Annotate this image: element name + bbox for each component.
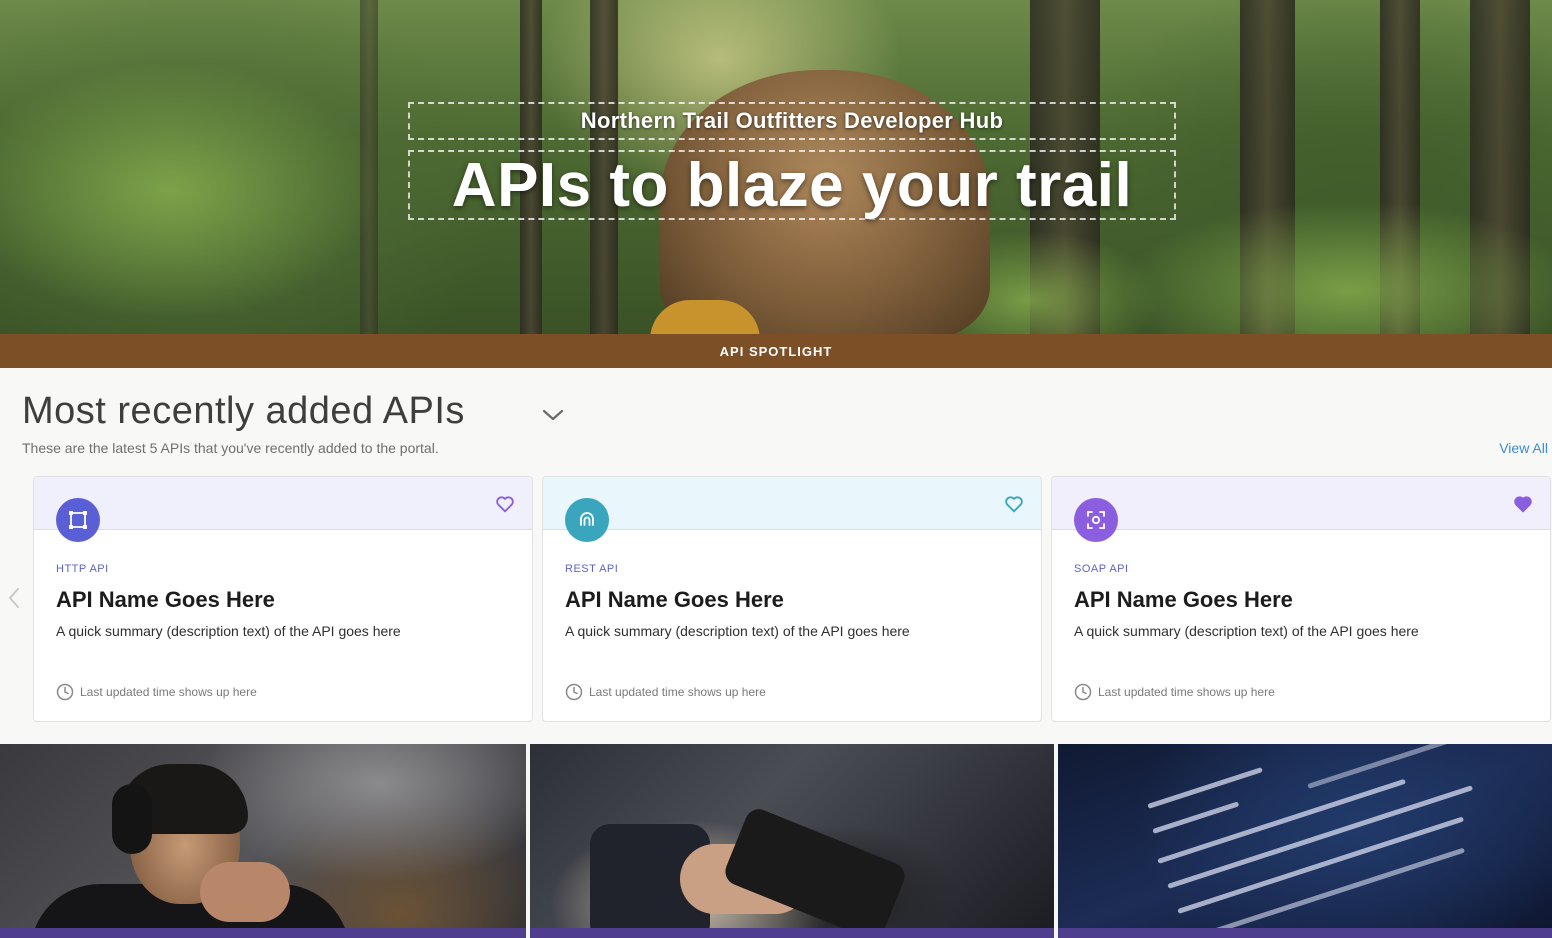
api-spotlight-label: API SPOTLIGHT: [719, 343, 833, 359]
card-api-name[interactable]: API Name Goes Here: [565, 587, 784, 613]
hero-foliage: [1120, 200, 1552, 334]
phone-graphic: [721, 805, 909, 938]
photo-person-hands: [200, 862, 290, 922]
hero-title-box: APIs to blaze your trail: [408, 150, 1176, 220]
chevron-down-icon[interactable]: [540, 406, 566, 424]
photo-accent-bar: [1058, 928, 1552, 938]
code-line-graphic: [1147, 767, 1263, 809]
hero-title: APIs to blaze your trail: [451, 150, 1133, 220]
card-updated-text: Last updated time shows up here: [589, 685, 766, 699]
code-line-graphic: [1167, 785, 1474, 889]
hero-banner: Northern Trail Outfitters Developer Hub …: [0, 0, 1552, 334]
soap-api-icon: [1074, 498, 1118, 542]
clock-icon: [1074, 683, 1092, 701]
view-all-link[interactable]: View All: [1499, 440, 1548, 456]
card-api-summary: A quick summary (description text) of th…: [56, 623, 401, 639]
heart-outline-icon[interactable]: [1003, 493, 1025, 515]
section-description: These are the latest 5 APIs that you've …: [22, 440, 439, 456]
card-updated-time: Last updated time shows up here: [56, 683, 257, 701]
api-spotlight-bar: API SPOTLIGHT: [0, 334, 1552, 368]
api-card[interactable]: REST API API Name Goes Here A quick summ…: [542, 476, 1042, 722]
card-updated-time: Last updated time shows up here: [565, 683, 766, 701]
card-api-name[interactable]: API Name Goes Here: [56, 587, 275, 613]
photo-phone-in-hand[interactable]: [530, 744, 1054, 938]
api-card[interactable]: HTTP API API Name Goes Here A quick summ…: [33, 476, 533, 722]
photo-code-screen[interactable]: [1058, 744, 1552, 938]
card-api-name[interactable]: API Name Goes Here: [1074, 587, 1293, 613]
card-api-type: HTTP API: [56, 563, 109, 575]
hero-subtitle: Northern Trail Outfitters Developer Hub: [580, 108, 1004, 133]
heart-filled-icon[interactable]: [1512, 493, 1534, 515]
photo-developer-headphones[interactable]: [0, 744, 526, 938]
clock-icon: [565, 683, 583, 701]
section-title: Most recently added APIs: [22, 390, 465, 432]
card-api-type: SOAP API: [1074, 563, 1129, 575]
card-header-band: [1052, 477, 1550, 530]
card-api-summary: A quick summary (description text) of th…: [565, 623, 910, 639]
chevron-left-icon[interactable]: [6, 586, 22, 610]
rest-api-icon: [565, 498, 609, 542]
recent-apis-section: Most recently added APIs These are the l…: [0, 368, 1552, 744]
card-updated-text: Last updated time shows up here: [1098, 685, 1275, 699]
heart-outline-icon[interactable]: [494, 493, 516, 515]
photo-accent-bar: [530, 928, 1054, 938]
card-header-band: [543, 477, 1041, 530]
api-card[interactable]: SOAP API API Name Goes Here A quick summ…: [1051, 476, 1551, 722]
card-updated-text: Last updated time shows up here: [80, 685, 257, 699]
photo-accent-bar: [0, 928, 526, 938]
clock-icon: [56, 683, 74, 701]
headphones-graphic: [112, 784, 152, 854]
hero-subtitle-box: Northern Trail Outfitters Developer Hub: [408, 102, 1176, 140]
hero-foliage: [0, 60, 380, 320]
card-api-type: REST API: [565, 563, 619, 575]
card-api-summary: A quick summary (description text) of th…: [1074, 623, 1419, 639]
card-header-band: [34, 477, 532, 530]
card-updated-time: Last updated time shows up here: [1074, 683, 1275, 701]
code-line-graphic: [1152, 801, 1240, 834]
http-api-icon: [56, 498, 100, 542]
